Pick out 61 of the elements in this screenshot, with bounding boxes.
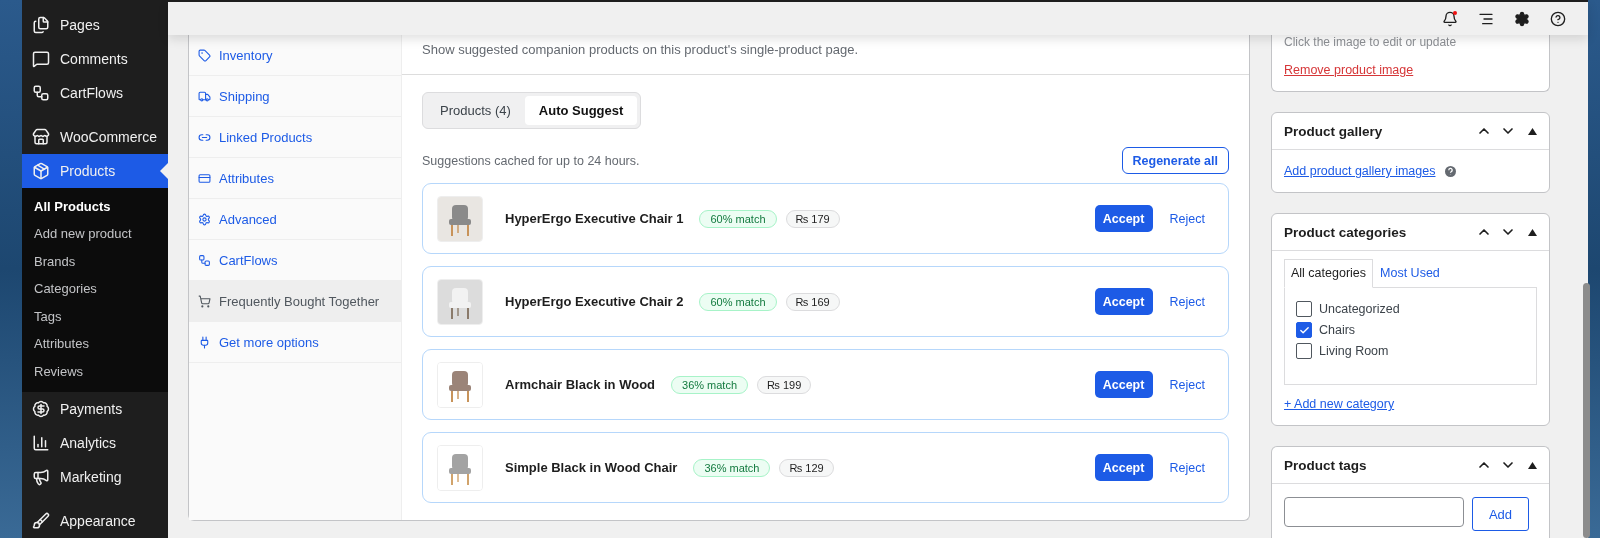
product-data-tab[interactable]: Advanced [189,199,401,240]
add-tag-button[interactable]: Add [1472,497,1529,531]
submenu-item[interactable]: Add new product [22,220,168,248]
mode-tab[interactable]: Auto Suggest [524,96,638,125]
menu-item[interactable]: Marketing [22,460,168,494]
accept-button[interactable]: Accept [1094,371,1153,398]
category-label: Chairs [1319,323,1356,337]
reject-link[interactable]: Reject [1169,211,1205,226]
accept-button[interactable]: Accept [1094,288,1153,315]
add-category-link[interactable]: + Add new category [1284,397,1395,411]
product-data-tab[interactable]: Shipping [189,76,401,117]
menu-item[interactable]: Products [22,153,168,188]
submenu-item[interactable]: Tags [22,302,168,331]
price-badge: ₨ 179 [785,209,840,228]
remove-image-link[interactable]: Remove product image [1284,63,1537,77]
submenu-item[interactable]: Attributes [22,330,168,358]
submenu-item[interactable]: Categories [22,275,168,303]
box-title: Product gallery [1284,123,1384,139]
match-badge: 60% match [699,209,777,228]
submenu-item[interactable]: Reviews [22,357,168,386]
reject-link[interactable]: Reject [1169,377,1205,392]
box-title: Product categories [1284,224,1408,240]
category-label: Living Room [1319,344,1389,358]
box-title: Product tags [1284,457,1368,473]
submenu-item[interactable]: Brands [22,247,168,276]
menu-item[interactable]: Comments [22,41,168,76]
category-label: Uncategorized [1319,302,1400,316]
menu-item[interactable]: Pages [22,8,168,42]
reject-link[interactable]: Reject [1169,294,1205,309]
submenu-item[interactable]: All Products [22,192,168,221]
menu-item[interactable]: Analytics [22,426,168,461]
category-tab[interactable]: Most Used [1373,259,1447,287]
product-data-tab[interactable]: Linked Products [189,117,401,158]
accept-button[interactable]: Accept [1094,205,1153,232]
product-data-tab[interactable]: Frequently Bought Together [189,281,401,322]
reject-link[interactable]: Reject [1169,460,1205,475]
product-data-tab[interactable]: Get more options [189,322,401,363]
price-badge: ₨ 199 [757,375,812,394]
menu-item[interactable]: Payments [22,392,168,427]
match-badge: 36% match [671,375,749,394]
description-text: Show suggested companion products on this product's single-product page. [422,42,859,57]
cache-note: Suggestions cached for up to 24 hours. [422,153,640,168]
product-name: Simple Black in Wood Chair [505,460,678,475]
product-name: HyperErgo Executive Chair 1 [505,211,684,226]
menu-item[interactable]: WooCommerce [22,119,168,154]
product-data-tab[interactable]: Attributes [189,158,401,199]
regenerate-button[interactable]: Regenerate all [1121,147,1229,174]
accept-button[interactable]: Accept [1094,454,1153,481]
image-hint: Click the image to edit or update [1284,35,1458,49]
menu-item[interactable]: CartFlows [22,75,168,110]
add-gallery-link[interactable]: Add product gallery images [1284,164,1436,178]
category-tab[interactable]: All categories [1284,259,1374,288]
match-badge: 36% match [693,458,771,477]
price-badge: ₨ 129 [779,458,834,477]
product-data-tab[interactable]: Inventory [189,35,401,76]
product-name: HyperErgo Executive Chair 2 [505,294,684,309]
product-name: Armchair Black in Wood [505,377,655,392]
match-badge: 60% match [699,292,777,311]
menu-item[interactable]: Appearance [22,504,168,538]
price-badge: ₨ 169 [785,292,840,311]
mode-tab[interactable]: Products (4) [426,96,525,125]
